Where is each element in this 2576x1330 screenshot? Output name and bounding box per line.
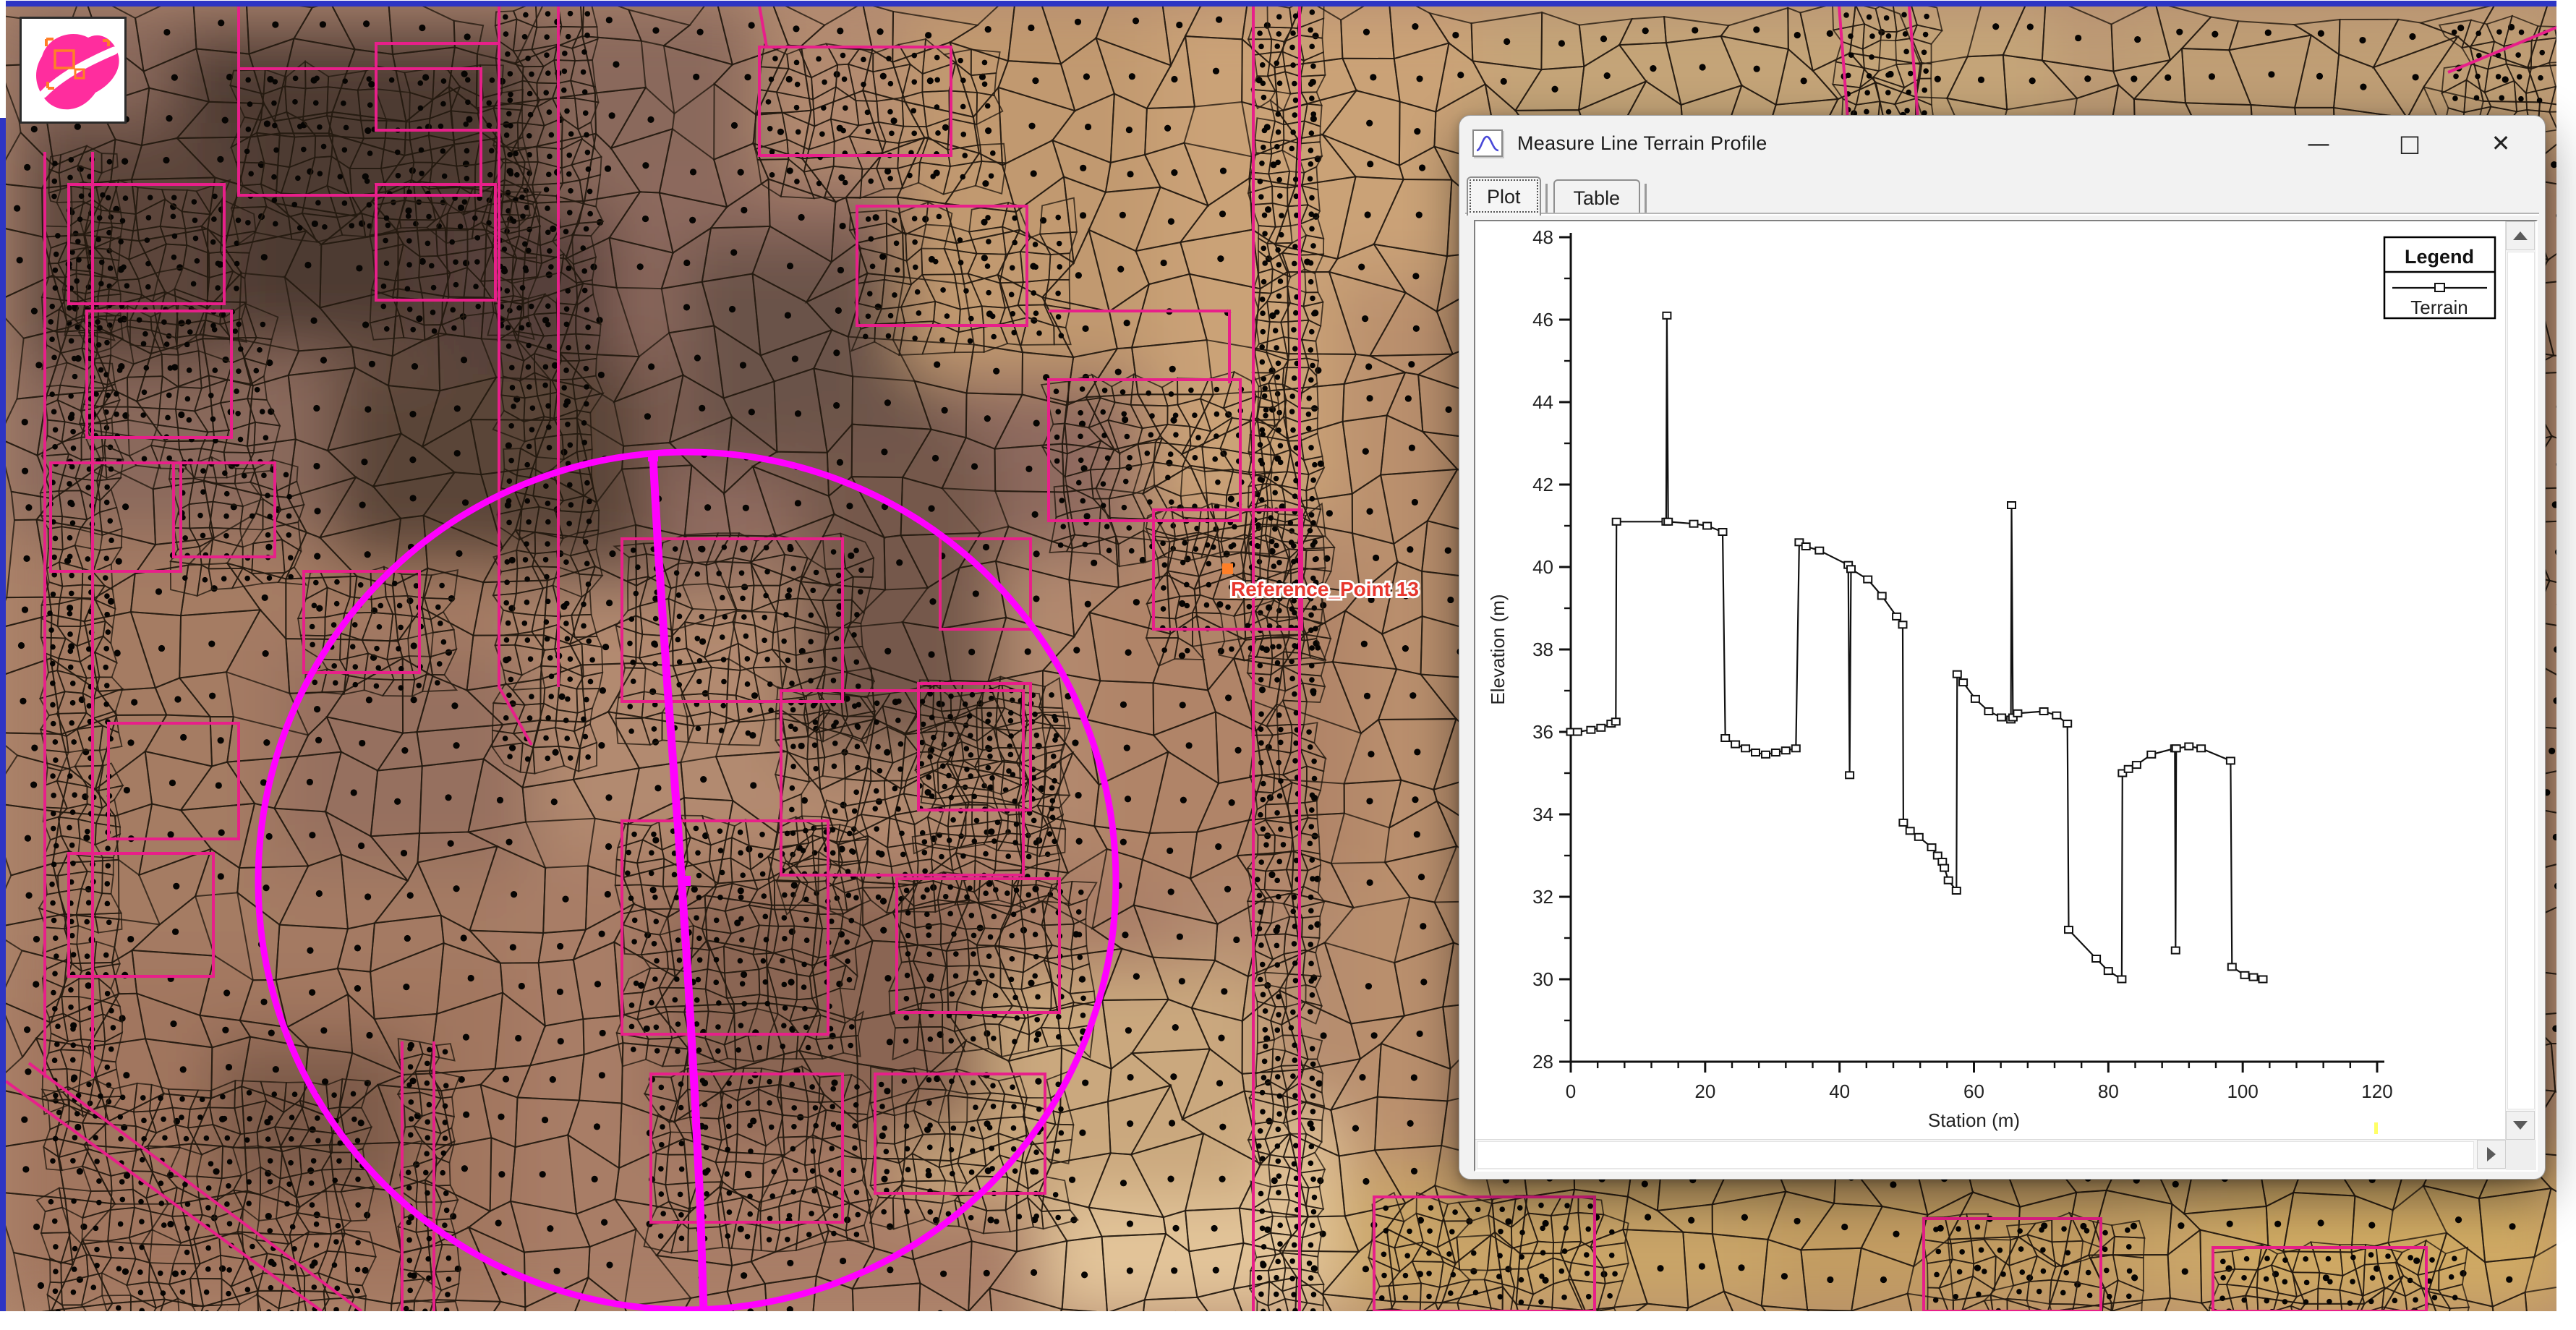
arrow-up-icon	[2513, 231, 2528, 240]
scrollbar-corner	[2506, 1140, 2536, 1170]
reference-point-label: Reference_Point 13	[1231, 578, 1419, 600]
scroll-down-button[interactable]	[2506, 1111, 2535, 1140]
tab-separator	[1545, 184, 1548, 214]
tab-plot-label: Plot	[1487, 186, 1521, 208]
chart-area[interactable]: 2830323436384042444648020406080100120Sta…	[1475, 221, 2506, 1140]
tab-strip: Plot Table	[1467, 176, 2538, 216]
locator-overview-map	[20, 17, 127, 124]
dialog-title: Measure Line Terrain Profile	[1517, 132, 1767, 155]
window-frame-top-border	[6, 1, 2556, 7]
tab-table[interactable]: Table	[1553, 179, 1641, 216]
measure-line-terrain-profile-dialog: Measure Line Terrain Profile — □ ✕ Plot …	[1459, 115, 2546, 1180]
terrain-profile-chart[interactable]: 2830323436384042444648020406080100120Sta…	[1475, 221, 2506, 1140]
minimize-icon: —	[2307, 129, 2330, 157]
tab-separator	[1645, 184, 1647, 214]
arrow-down-icon	[2513, 1121, 2528, 1130]
scroll-right-button[interactable]	[2477, 1140, 2506, 1169]
vertical-scroll-thumb[interactable]	[2507, 252, 2535, 1109]
measure-line-start-handle	[648, 451, 658, 461]
plot-tab-page: 2830323436384042444648020406080100120Sta…	[1465, 214, 2539, 1172]
measure-line-mid-handle	[681, 876, 691, 886]
horizontal-scrollbar[interactable]	[1475, 1139, 2506, 1170]
locator-blob-svg	[22, 19, 124, 122]
horizontal-scroll-thumb[interactable]	[1477, 1141, 2474, 1169]
arrow-right-icon	[2487, 1147, 2496, 1161]
vertical-scrollbar[interactable]	[2505, 221, 2536, 1140]
tab-table-label: Table	[1574, 187, 1621, 210]
close-icon: ✕	[2491, 129, 2511, 157]
close-button[interactable]: ✕	[2475, 122, 2526, 164]
screenshot-root: Reference_Point 13 Measure Line Terrain …	[0, 0, 2576, 1330]
scroll-up-button[interactable]	[2506, 221, 2535, 250]
plot-panel: 2830323436384042444648020406080100120Sta…	[1474, 220, 2538, 1172]
reference-point-dot	[1222, 563, 1233, 574]
maximize-icon: □	[2399, 129, 2421, 157]
window-frame-left-border	[0, 118, 6, 1311]
dialog-titlebar[interactable]: Measure Line Terrain Profile — □ ✕	[1459, 116, 2545, 171]
maximize-button[interactable]: □	[2384, 122, 2435, 164]
tab-plot[interactable]: Plot	[1467, 176, 1541, 216]
profile-curve-icon	[1472, 129, 1503, 157]
minimize-button[interactable]: —	[2293, 122, 2344, 164]
